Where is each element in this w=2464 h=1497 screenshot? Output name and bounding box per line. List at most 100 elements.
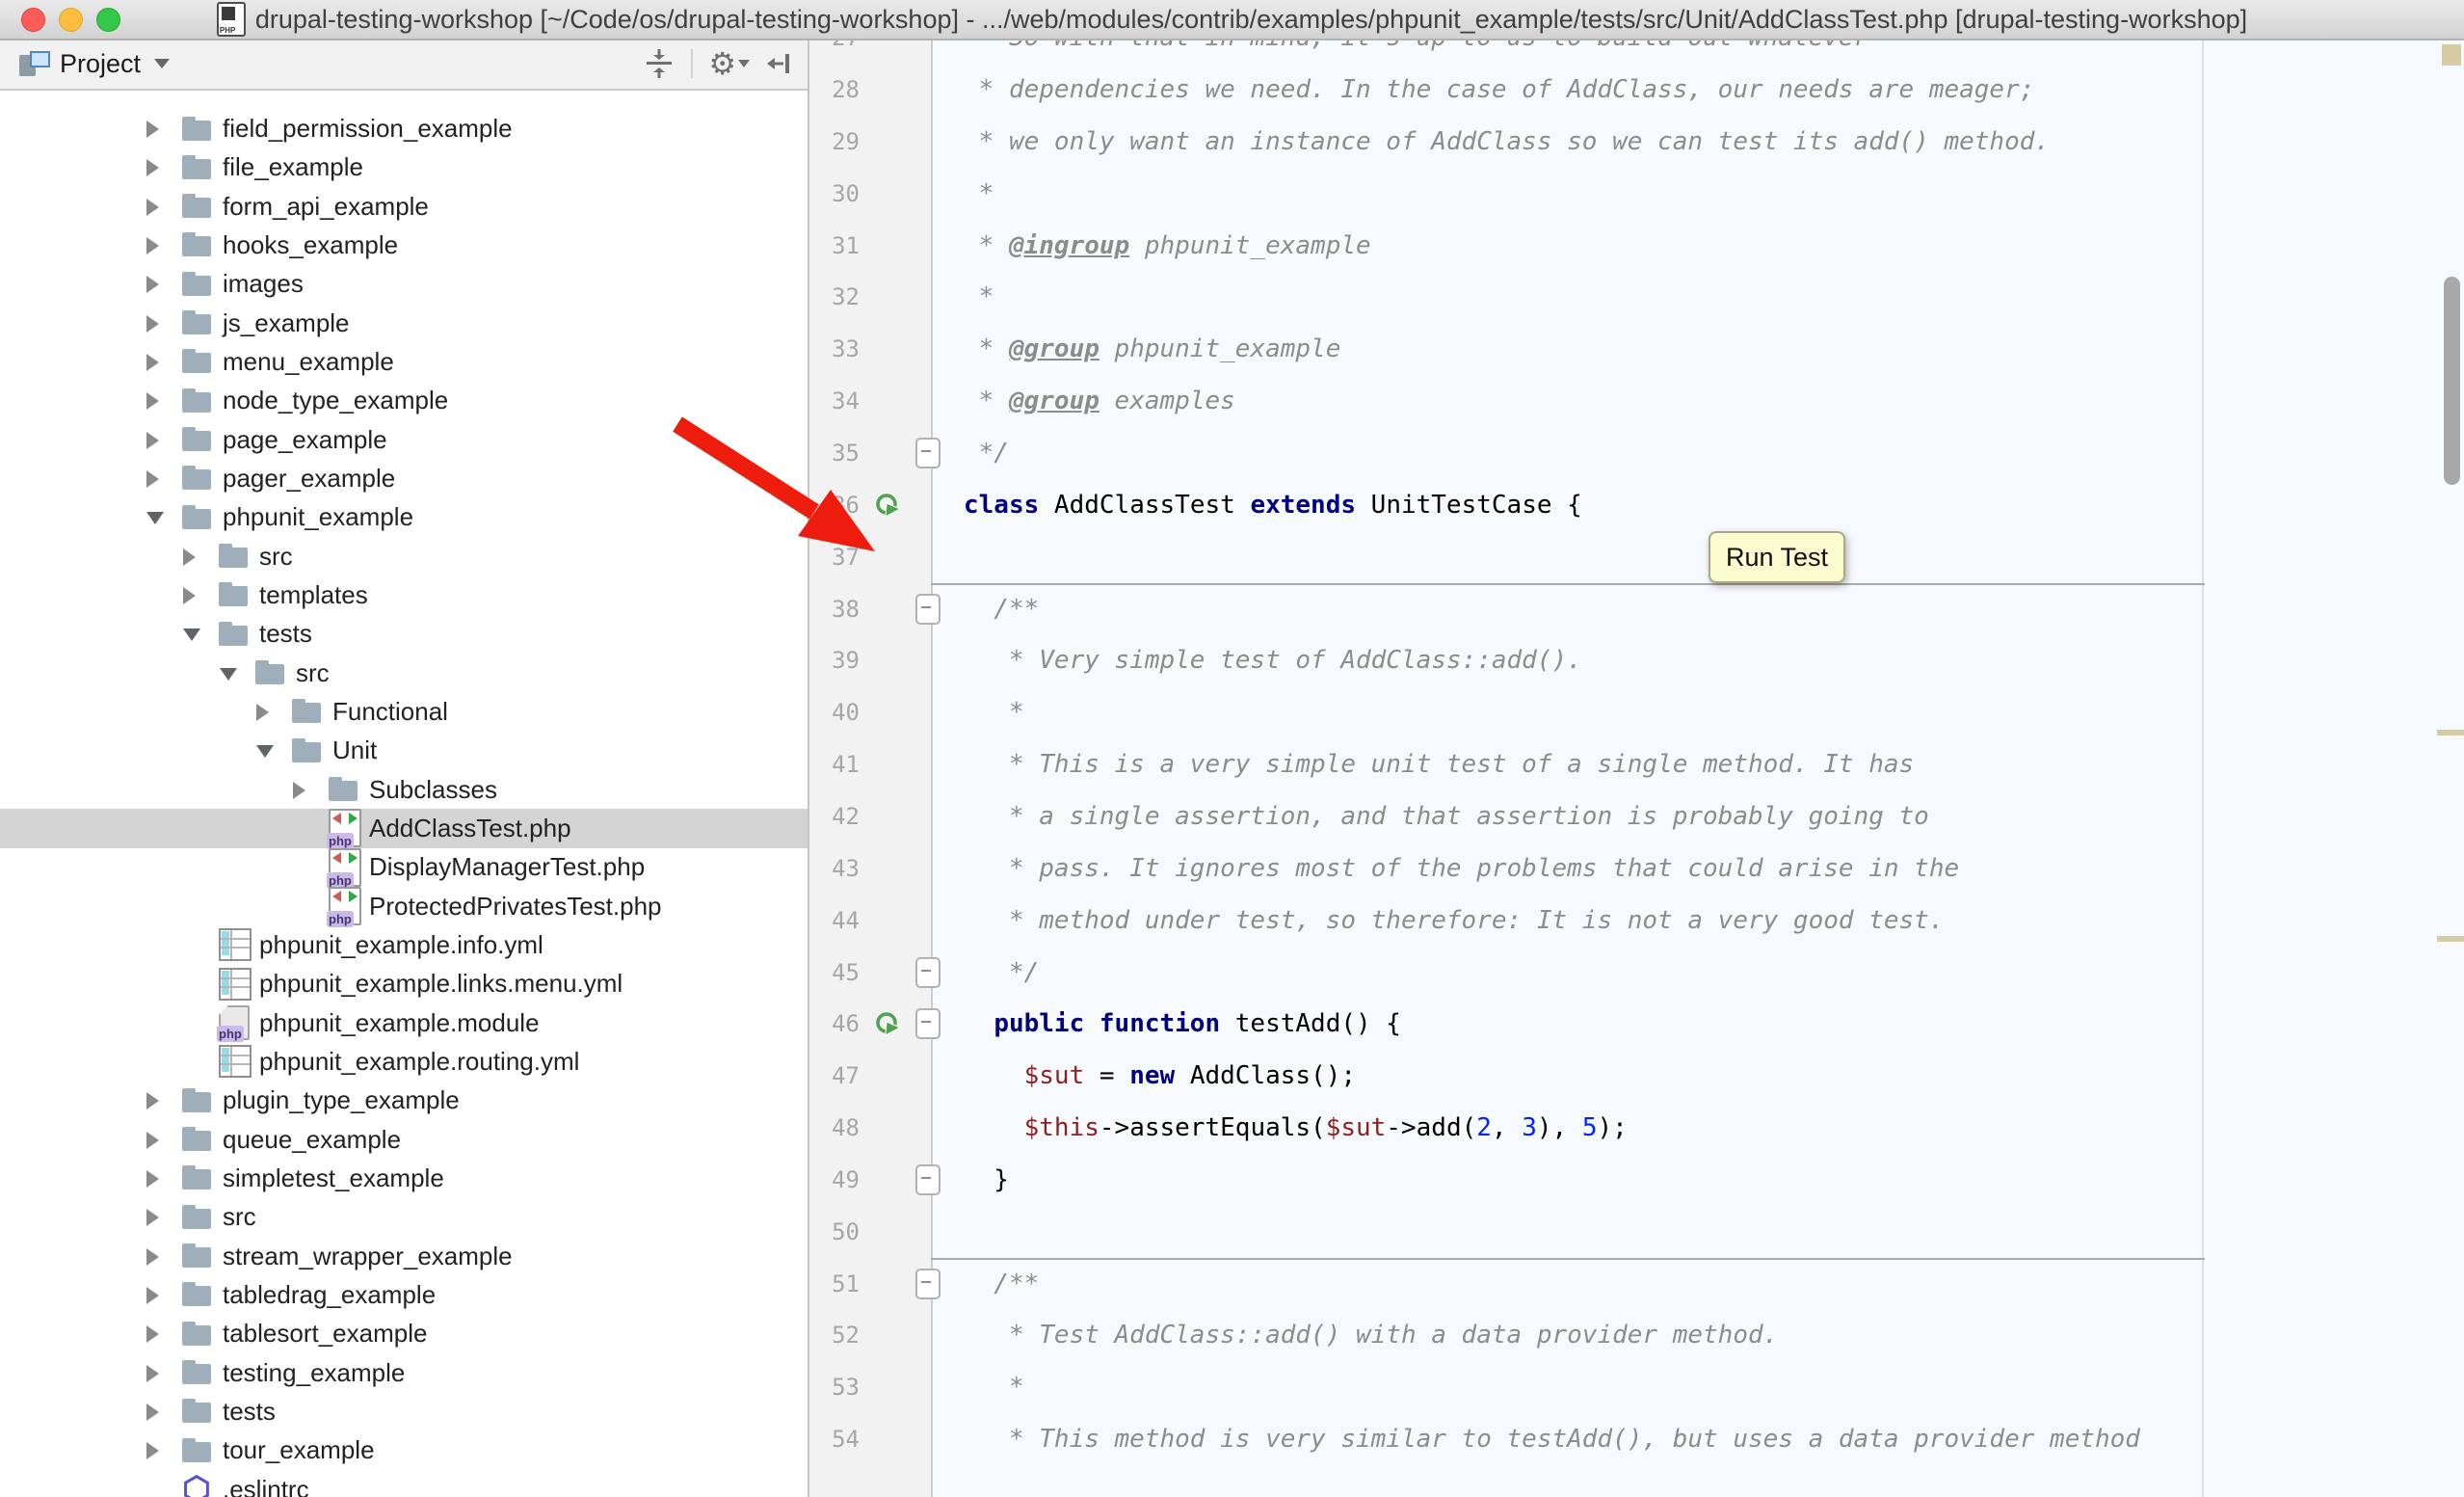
tree-item-file-example[interactable]: file_example [0, 147, 808, 187]
tree-item-tests[interactable]: tests [0, 1392, 808, 1431]
tree-expand-arrow-icon[interactable] [146, 276, 159, 293]
code-line-28[interactable]: 28 * dependencies we need. In the case o… [809, 64, 2464, 116]
tree-item-images[interactable]: images [0, 264, 808, 304]
tree-item-protectedprivatestest-php[interactable]: phpProtectedPrivatesTest.php [0, 887, 808, 926]
code-line-43[interactable]: 43 * pass. It ignores most of the proble… [809, 842, 2464, 895]
project-panel-title[interactable]: Project [60, 49, 141, 79]
fold-marker-icon[interactable] [915, 1269, 941, 1299]
code-line-32[interactable]: 32 * [809, 271, 2464, 323]
code-line-48[interactable]: 48 $this->assertEquals($sut->add(2, 3), … [809, 1102, 2464, 1154]
tree-item-queue-example[interactable]: queue_example [0, 1120, 808, 1160]
tree-item-js-example[interactable]: js_example [0, 304, 808, 343]
tree-expand-arrow-icon[interactable] [146, 392, 159, 410]
code-line-31[interactable]: 31 * @ingroup phpunit_example [809, 220, 2464, 272]
tree-expand-arrow-icon[interactable] [146, 1170, 159, 1188]
tree-expand-arrow-icon[interactable] [146, 1403, 159, 1421]
run-test-tooltip[interactable]: Run Test [1709, 531, 1845, 583]
code-line-33[interactable]: 33 * @group phpunit_example [809, 323, 2464, 375]
code-line-37[interactable]: 37 [809, 531, 2464, 583]
tree-expand-arrow-icon[interactable] [146, 199, 159, 216]
tree-item-tablesort-example[interactable]: tablesort_example [0, 1314, 808, 1353]
code-line-53[interactable]: 53 * [809, 1361, 2464, 1413]
tree-expand-arrow-icon[interactable] [146, 1325, 159, 1343]
code-line-52[interactable]: 52 * Test AddClass::add() with a data pr… [809, 1309, 2464, 1361]
tree-expand-arrow-icon[interactable] [146, 1442, 159, 1459]
tree-item-form-api-example[interactable]: form_api_example [0, 187, 808, 227]
code-line-51[interactable]: 51 /** [809, 1258, 2464, 1310]
tree-item-phpunit-example-routing-yml[interactable]: phpunit_example.routing.yml [0, 1042, 808, 1082]
code-line-46[interactable]: 46 public function testAdd() { [809, 998, 2464, 1050]
tree-expand-arrow-icon[interactable] [146, 1248, 159, 1266]
code-line-50[interactable]: 50 [809, 1206, 2464, 1258]
code-line-29[interactable]: 29 * we only want an instance of AddClas… [809, 116, 2464, 168]
tree-expand-arrow-icon[interactable] [146, 315, 159, 333]
stripe-marker-top[interactable] [2442, 44, 2461, 66]
tree-item-phpunit-example[interactable]: phpunit_example [0, 497, 808, 537]
code-line-41[interactable]: 41 * This is a very simple unit test of … [809, 738, 2464, 790]
tree-expand-arrow-icon[interactable] [146, 1132, 159, 1149]
tree-item-functional[interactable]: Functional [0, 692, 808, 732]
tree-expand-arrow-icon[interactable] [183, 548, 196, 566]
code-line-45[interactable]: 45 */ [809, 947, 2464, 999]
fold-marker-icon[interactable] [915, 438, 941, 468]
fold-marker-icon[interactable] [915, 1164, 941, 1195]
tree-item-simpletest-example[interactable]: simpletest_example [0, 1159, 808, 1198]
code-line-47[interactable]: 47 $sut = new AddClass(); [809, 1050, 2464, 1102]
tree-expand-arrow-icon[interactable] [146, 120, 159, 138]
gear-icon[interactable]: ⚙ [708, 48, 750, 79]
code-line-34[interactable]: 34 * @group examples [809, 375, 2464, 427]
fold-marker-icon[interactable] [915, 594, 941, 625]
tree-collapse-arrow-icon[interactable] [220, 668, 237, 681]
hide-panel-icon[interactable] [765, 48, 794, 79]
code-line-42[interactable]: 42 * a single assertion, and that assert… [809, 790, 2464, 842]
tree-item-phpunit-example-module[interactable]: phpphpunit_example.module [0, 1003, 808, 1043]
tree-item-testing-example[interactable]: testing_example [0, 1353, 808, 1393]
tree-item-plugin-type-example[interactable]: plugin_type_example [0, 1081, 808, 1120]
fold-marker-icon[interactable] [915, 957, 941, 988]
tree-expand-arrow-icon[interactable] [146, 159, 159, 176]
editor-scrollbar-thumb[interactable] [2444, 277, 2460, 485]
code-line-30[interactable]: 30 * [809, 168, 2464, 220]
tree-item-phpunit-example-info-yml[interactable]: phpunit_example.info.yml [0, 925, 808, 965]
code-line-49[interactable]: 49 } [809, 1154, 2464, 1206]
code-line-54[interactable]: 54 * This method is very similar to test… [809, 1413, 2464, 1465]
tree-item-addclasstest-php[interactable]: phpAddClassTest.php [0, 809, 808, 848]
tree-collapse-arrow-icon[interactable] [183, 628, 200, 641]
tree-item-phpunit-example-links-menu-yml[interactable]: phpunit_example.links.menu.yml [0, 964, 808, 1003]
tree-expand-arrow-icon[interactable] [146, 1092, 159, 1109]
tree-expand-arrow-icon[interactable] [146, 1365, 159, 1382]
tree-item-tour-example[interactable]: tour_example [0, 1430, 808, 1470]
tree-expand-arrow-icon[interactable] [256, 704, 269, 721]
tree-item--eslintrc[interactable]: ⬡.eslintrc [0, 1470, 808, 1497]
tree-expand-arrow-icon[interactable] [183, 587, 196, 604]
tree-item-tests[interactable]: tests [0, 614, 808, 654]
tree-item-unit[interactable]: Unit [0, 731, 808, 770]
code-line-44[interactable]: 44 * method under test, so therefore: It… [809, 895, 2464, 947]
stripe-marker[interactable] [2437, 730, 2464, 735]
tree-item-subclasses[interactable]: Subclasses [0, 770, 808, 810]
tree-item-node-type-example[interactable]: node_type_example [0, 381, 808, 420]
tree-expand-arrow-icon[interactable] [146, 237, 159, 254]
tree-collapse-arrow-icon[interactable] [256, 745, 274, 758]
tree-expand-arrow-icon[interactable] [146, 354, 159, 371]
tree-expand-arrow-icon[interactable] [293, 782, 305, 799]
code-line-39[interactable]: 39 * Very simple test of AddClass::add()… [809, 634, 2464, 686]
tree-item-menu-example[interactable]: menu_example [0, 342, 808, 382]
tree-item-src[interactable]: src [0, 654, 808, 693]
tree-item-stream-wrapper-example[interactable]: stream_wrapper_example [0, 1237, 808, 1276]
tree-item-tabledrag-example[interactable]: tabledrag_example [0, 1275, 808, 1315]
run-test-gutter-icon[interactable] [873, 1009, 902, 1038]
chevron-down-icon[interactable] [154, 59, 170, 68]
tree-item-hooks-example[interactable]: hooks_example [0, 226, 808, 265]
run-test-gutter-icon[interactable] [873, 491, 902, 520]
tree-expand-arrow-icon[interactable] [146, 470, 159, 488]
code-editor[interactable]: 2627 * So with that in mind, it's up to … [809, 39, 2464, 1497]
fold-marker-icon[interactable] [915, 1008, 941, 1039]
tree-item-templates[interactable]: templates [0, 575, 808, 615]
tree-item-src[interactable]: src [0, 537, 808, 576]
tree-collapse-arrow-icon[interactable] [146, 512, 164, 524]
tree-expand-arrow-icon[interactable] [146, 432, 159, 449]
tree-item-page-example[interactable]: page_example [0, 420, 808, 460]
collapse-all-icon[interactable] [643, 47, 676, 80]
tree-item-displaymanagertest-php[interactable]: phpDisplayManagerTest.php [0, 847, 808, 887]
